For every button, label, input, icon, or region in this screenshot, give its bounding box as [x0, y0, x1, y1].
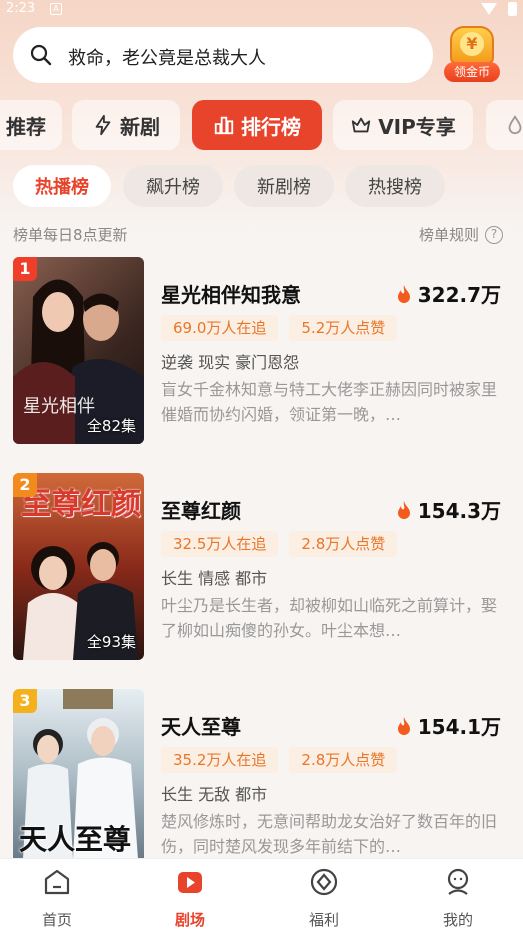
- ranking-subtabs: 热播榜 飙升榜 新剧榜 热搜榜: [0, 165, 523, 207]
- tab-new-drama[interactable]: 新剧: [72, 100, 180, 150]
- search-icon: [30, 44, 52, 66]
- nav-label: 我的: [442, 911, 473, 929]
- list-item[interactable]: 天人至尊 3 天人至尊 154.1万 35.2万人在追 2.8万人点赞 长生 无…: [0, 689, 523, 877]
- genre-tags: 逆袭 现实 豪门恩怨: [161, 353, 300, 372]
- coin-chest-icon: ¥: [450, 26, 494, 64]
- drama-description: 叶尘乃是长生者，却被柳如山临死之前算计，娶了柳如山痴傻的孙女。叶尘本想…: [161, 596, 498, 640]
- drama-description: 盲女千金林知意与特工大佬李正赫因同时被家里催婚而协约闪婚，领证第一晚，…: [161, 380, 498, 424]
- update-info-row: 榜单每日8点更新 榜单规则 ?: [13, 224, 503, 246]
- lightning-icon: [95, 114, 111, 136]
- likes-tag: 5.2万人点赞: [289, 315, 398, 341]
- rank-badge: 2: [13, 473, 37, 497]
- category-tabs: 推荐 新剧 排行榜 VIP专享: [0, 100, 523, 150]
- search-query: 救命，老公竟是总裁大人: [68, 48, 266, 69]
- poster-image[interactable]: 至尊红颜 2 全93集: [13, 473, 144, 660]
- home-icon: [44, 869, 70, 895]
- fire-icon: [397, 716, 410, 735]
- likes-tag: 2.8万人点赞: [289, 747, 398, 773]
- tab-vip[interactable]: VIP专享: [333, 100, 473, 150]
- profile-icon: [447, 868, 469, 895]
- episode-count: 全82集: [86, 417, 136, 435]
- tab-ranking[interactable]: 排行榜: [192, 100, 322, 150]
- heat-value: 154.3万: [417, 499, 501, 523]
- followers-tag: 32.5万人在追: [161, 531, 279, 557]
- rank-badge: 1: [13, 257, 37, 281]
- update-note: 榜单每日8点更新: [13, 226, 128, 244]
- nav-label: 福利: [308, 911, 339, 929]
- stats-tags: 69.0万人在追 5.2万人点赞: [161, 315, 398, 341]
- theater-icon: [178, 872, 202, 893]
- heat-score: 154.1万: [396, 711, 501, 740]
- heat-value: 154.1万: [417, 715, 501, 739]
- rank-badge: 3: [13, 689, 37, 713]
- crown-icon: [352, 117, 371, 133]
- tab-recommend[interactable]: 推荐: [0, 100, 62, 150]
- nav-home[interactable]: 首页: [17, 867, 97, 930]
- nav-label: 首页: [41, 911, 72, 929]
- coin-glyph: ¥: [460, 32, 484, 56]
- status-time: 2:23: [6, 1, 36, 16]
- notification-icon: A: [50, 3, 62, 15]
- likes-tag: 2.8万人点赞: [289, 531, 398, 557]
- poster-image[interactable]: 天人至尊 3: [13, 689, 144, 876]
- drama-title[interactable]: 天人至尊: [161, 711, 241, 740]
- bottom-navigation: 首页 剧场 福利 我的: [0, 858, 523, 940]
- genre-tags: 长生 无敌 都市: [161, 785, 268, 804]
- rules-label: 榜单规则: [418, 226, 479, 244]
- subtab-search[interactable]: 热搜榜: [345, 165, 445, 207]
- list-item[interactable]: 至尊红颜 2 全93集 至尊红颜 154.3万 32.5万人在追 2.8万人点赞…: [0, 473, 523, 661]
- poster-image[interactable]: 星光相伴 1 全82集: [13, 257, 144, 444]
- subtab-new[interactable]: 新剧榜: [234, 165, 334, 207]
- list-item[interactable]: 星光相伴 1 全82集 星光相伴知我意 322.7万 69.0万人在追 5.2万…: [0, 257, 523, 445]
- heat-score: 322.7万: [396, 279, 501, 308]
- help-icon: ?: [485, 225, 503, 244]
- heat-value: 322.7万: [417, 283, 501, 307]
- tab-label: 推荐: [6, 114, 46, 139]
- nav-benefits[interactable]: 福利: [284, 867, 364, 930]
- drop-icon: [508, 115, 522, 135]
- bar-chart-icon: [214, 116, 234, 135]
- followers-tag: 35.2万人在追: [161, 747, 279, 773]
- stats-tags: 35.2万人在追 2.8万人点赞: [161, 747, 398, 773]
- drama-title[interactable]: 星光相伴知我意: [161, 279, 301, 308]
- followers-tag: 69.0万人在追: [161, 315, 279, 341]
- poster-title: 至尊红颜: [21, 487, 141, 522]
- nav-label: 剧场: [174, 911, 205, 929]
- wifi-icon: [481, 3, 497, 15]
- episode-count: 全93集: [86, 633, 136, 651]
- drama-title[interactable]: 至尊红颜: [161, 495, 241, 524]
- drama-description: 楚风修炼时，无意间帮助龙女治好了数百年的旧伤，同时楚风发现多年前结下的…: [161, 812, 498, 856]
- gift-icon: [310, 868, 338, 896]
- subtab-hot[interactable]: 热播榜: [13, 165, 111, 207]
- heat-score: 154.3万: [396, 495, 501, 524]
- nav-theater[interactable]: 剧场: [150, 867, 230, 930]
- battery-icon: [508, 2, 517, 16]
- tab-label: 排行榜: [241, 114, 301, 139]
- fire-icon: [397, 500, 410, 519]
- status-bar: 2:23 A: [0, 0, 523, 20]
- poster-title: 天人至尊: [19, 823, 132, 856]
- collect-coins-button[interactable]: ¥ 领金币: [442, 26, 502, 84]
- search-bar[interactable]: 救命，老公竟是总裁大人: [13, 27, 433, 83]
- tab-more[interactable]: [486, 100, 523, 150]
- rules-link[interactable]: 榜单规则 ?: [419, 224, 503, 245]
- genre-tags: 长生 情感 都市: [161, 569, 268, 588]
- poster-title: 星光相伴: [23, 396, 95, 417]
- subtab-rising[interactable]: 飙升榜: [123, 165, 223, 207]
- tab-label: 新剧: [120, 114, 160, 139]
- tab-label: VIP专享: [378, 114, 456, 139]
- fire-icon: [397, 284, 410, 303]
- nav-profile[interactable]: 我的: [418, 867, 498, 930]
- stats-tags: 32.5万人在追 2.8万人点赞: [161, 531, 398, 557]
- collect-coins-label: 领金币: [444, 62, 500, 82]
